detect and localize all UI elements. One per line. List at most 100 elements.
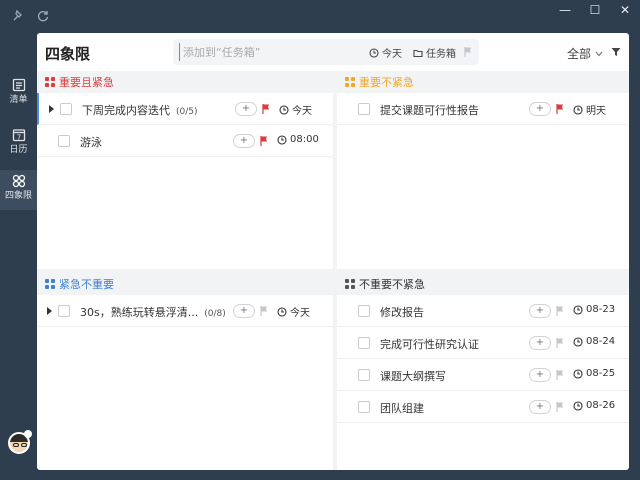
quadrant-icon xyxy=(12,174,26,188)
quadrant-title: 不重要不紧急 xyxy=(359,276,425,292)
task-title-text: 课题大纲撰写 xyxy=(380,370,446,383)
task-due-date-text: 08:00 xyxy=(290,134,319,145)
task-title-text: 团队组建 xyxy=(380,402,424,415)
add-subtask-button[interactable]: + xyxy=(233,134,255,148)
task-due-date-text: 08-24 xyxy=(586,336,615,347)
task-checkbox[interactable] xyxy=(358,401,370,413)
add-subtask-button[interactable]: + xyxy=(529,102,551,116)
add-subtask-button[interactable]: + xyxy=(529,336,551,350)
task-row[interactable]: 课题大纲撰写 +08-25 xyxy=(337,359,629,391)
task-due-date[interactable]: 08-25 xyxy=(573,368,615,379)
task-row[interactable]: 提交课题可行性报告 + 明天 xyxy=(337,93,629,125)
task-title: 下周完成内容迭代(0/5) xyxy=(82,102,198,118)
priority-flag-icon[interactable] xyxy=(555,103,565,115)
subtask-count: (0/5) xyxy=(176,107,198,117)
task-due-date[interactable]: 08-26 xyxy=(573,400,615,411)
task-row[interactable]: 下周完成内容迭代(0/5) + 今天 xyxy=(37,93,333,125)
sidebar-item-label: 日历 xyxy=(0,144,37,156)
header: 四象限 今天 任务箱 全部 xyxy=(37,33,629,71)
task-due-date[interactable]: 08-23 xyxy=(573,304,615,315)
sidebar-item-list[interactable]: 清单 xyxy=(0,74,37,114)
list-icon xyxy=(12,78,26,92)
filter-dropdown[interactable]: 全部 xyxy=(567,45,603,62)
task-due-date[interactable]: 今天 xyxy=(277,304,310,319)
task-due-date-text: 08-23 xyxy=(586,304,615,315)
sidebar-item-label: 清单 xyxy=(0,94,37,106)
clock-icon xyxy=(277,135,287,145)
quadrant-title: 重要且紧急 xyxy=(59,74,114,90)
sidebar-item-calendar[interactable]: 7 日历 xyxy=(0,124,37,164)
task-checkbox[interactable] xyxy=(358,369,370,381)
subtask-count: (0/8) xyxy=(204,309,226,319)
quadrant-header: 重要且紧急 xyxy=(37,71,333,93)
priority-flag-icon[interactable] xyxy=(259,305,269,317)
page-title: 四象限 xyxy=(45,43,90,64)
add-subtask-button[interactable]: + xyxy=(235,102,257,116)
quadrant-urgent-not-important: 紧急不重要 30s，熟练玩转悬浮清...(0/8) + 今天 xyxy=(37,273,333,470)
add-task-input[interactable] xyxy=(179,43,359,61)
priority-flag-icon[interactable] xyxy=(259,135,269,147)
expand-arrow-icon[interactable] xyxy=(49,105,54,113)
quadrant-header: 紧急不重要 xyxy=(37,273,333,295)
expand-arrow-icon[interactable] xyxy=(47,307,52,315)
sync-icon[interactable] xyxy=(36,9,50,23)
sidebar-item-quadrant[interactable]: 四象限 xyxy=(0,170,37,210)
add-subtask-button[interactable]: + xyxy=(529,304,551,318)
priority-flag-icon[interactable] xyxy=(261,103,271,115)
task-title-text: 修改报告 xyxy=(380,306,424,319)
quadrant-urgent-important: 重要且紧急下周完成内容迭代(0/5) + 今天游泳 +08:00 xyxy=(37,71,333,269)
add-subtask-button[interactable]: + xyxy=(529,400,551,414)
quadrant-header: 重要不紧急 xyxy=(337,71,629,93)
task-due-date-text: 今天 xyxy=(290,304,310,319)
sidebar: 清单 7 日历 四象限 xyxy=(0,34,37,480)
add-subtask-button[interactable]: + xyxy=(529,368,551,382)
priority-flag-icon[interactable] xyxy=(555,369,565,381)
priority-flag-icon[interactable] xyxy=(555,337,565,349)
task-row[interactable]: 团队组建 +08-26 xyxy=(337,391,629,423)
task-due-date[interactable]: 08:00 xyxy=(277,134,319,145)
task-title: 游泳 xyxy=(80,134,102,150)
quadrant-header: 不重要不紧急 xyxy=(337,273,629,295)
task-checkbox[interactable] xyxy=(58,305,70,317)
quadrant-grid-icon xyxy=(45,77,55,87)
task-row[interactable]: 修改报告 +08-23 xyxy=(337,295,629,327)
task-checkbox[interactable] xyxy=(358,337,370,349)
task-checkbox[interactable] xyxy=(60,103,72,115)
list-option-button[interactable]: 任务箱 xyxy=(413,45,456,60)
task-due-date[interactable]: 今天 xyxy=(279,102,312,117)
calendar-icon: 7 xyxy=(12,128,26,142)
quadrant-title: 重要不紧急 xyxy=(359,74,414,90)
task-checkbox[interactable] xyxy=(358,103,370,115)
task-title: 提交课题可行性报告 xyxy=(380,102,479,118)
close-button[interactable]: ✕ xyxy=(610,0,640,20)
task-title: 完成可行性研究认证 xyxy=(380,336,479,352)
minimize-button[interactable]: — xyxy=(550,0,580,20)
priority-flag-icon[interactable] xyxy=(555,401,565,413)
main-panel: 四象限 今天 任务箱 全部 重要且紧急下周完成内容迭代(0/5)+今天游泳+08… xyxy=(37,33,629,470)
quadrant-important-not-urgent: 重要不紧急提交课题可行性报告 + 明天 xyxy=(337,71,629,269)
list-option-label: 任务箱 xyxy=(426,45,456,60)
add-task-bar: 今天 任务箱 xyxy=(173,39,479,65)
task-row[interactable]: 完成可行性研究认证 +08-24 xyxy=(337,327,629,359)
avatar-badge xyxy=(24,430,32,438)
priority-flag-icon[interactable] xyxy=(463,46,473,58)
date-option-button[interactable]: 今天 xyxy=(369,45,402,60)
quadrant-grid-icon xyxy=(45,279,55,289)
maximize-button[interactable]: ☐ xyxy=(580,0,610,20)
task-row[interactable]: 游泳 +08:00 xyxy=(37,125,333,157)
task-due-date[interactable]: 明天 xyxy=(573,102,606,117)
priority-flag-icon[interactable] xyxy=(555,305,565,317)
task-title: 30s，熟练玩转悬浮清...(0/8) xyxy=(80,304,226,320)
task-due-date-text: 明天 xyxy=(586,102,606,117)
filter-icon[interactable] xyxy=(611,47,621,57)
task-checkbox[interactable] xyxy=(358,305,370,317)
add-subtask-button[interactable]: + xyxy=(233,304,255,318)
pin-icon[interactable] xyxy=(12,9,26,23)
task-due-date[interactable]: 08-24 xyxy=(573,336,615,347)
calendar-day: 7 xyxy=(16,134,20,142)
quadrant-title: 紧急不重要 xyxy=(59,276,114,292)
clock-icon xyxy=(573,305,583,315)
task-row[interactable]: 30s，熟练玩转悬浮清...(0/8) + 今天 xyxy=(37,295,333,327)
quadrant-grid-icon xyxy=(345,77,355,87)
task-checkbox[interactable] xyxy=(58,135,70,147)
